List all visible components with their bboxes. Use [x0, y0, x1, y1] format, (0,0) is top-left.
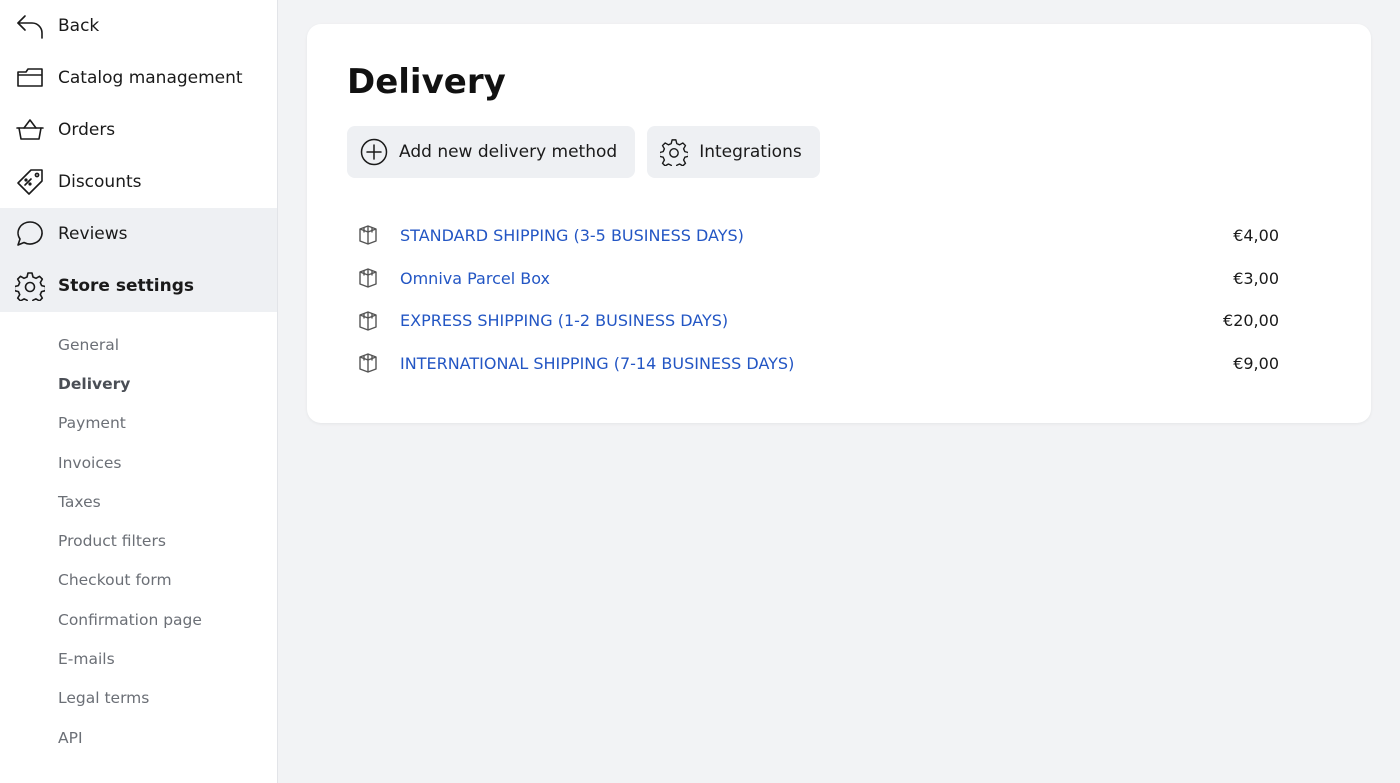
back-arrow-icon: [15, 11, 45, 41]
add-delivery-method-button[interactable]: Add new delivery method: [347, 126, 636, 178]
subnav-taxes[interactable]: Taxes: [0, 482, 277, 521]
package-icon: [357, 267, 379, 289]
settings-subnav: General Delivery Payment Invoices Taxes …: [0, 312, 277, 757]
delivery-method-price: €20,00: [1223, 311, 1279, 331]
delivery-method-link[interactable]: STANDARD SHIPPING (3-5 BUSINESS DAYS): [400, 226, 1233, 245]
delivery-method-price: €9,00: [1233, 353, 1279, 373]
delivery-method-price: €4,00: [1233, 225, 1279, 245]
subnav-emails[interactable]: E-mails: [0, 639, 277, 678]
list-item: STANDARD SHIPPING (3-5 BUSINESS DAYS) €4…: [347, 214, 1279, 257]
subnav-checkout-form[interactable]: Checkout form: [0, 561, 277, 600]
add-delivery-method-label: Add new delivery method: [399, 142, 618, 162]
subnav-api[interactable]: API: [0, 718, 277, 757]
chat-bubble-icon: [15, 219, 45, 249]
subnav-product-filters[interactable]: Product filters: [0, 521, 277, 560]
integrations-label: Integrations: [699, 142, 802, 162]
nav-orders-label: Orders: [58, 120, 116, 140]
nav-discounts[interactable]: Discounts: [0, 156, 277, 208]
nav-back[interactable]: Back: [0, 0, 277, 52]
nav-catalog-management[interactable]: Catalog management: [0, 52, 277, 104]
gear-icon: [15, 271, 45, 301]
nav-orders[interactable]: Orders: [0, 104, 277, 156]
sidebar: Back Catalog management Orders Discounts: [0, 0, 278, 783]
nav-reviews[interactable]: Reviews: [0, 208, 277, 260]
package-icon: [357, 352, 379, 374]
subnav-invoices[interactable]: Invoices: [0, 443, 277, 482]
delivery-method-link[interactable]: EXPRESS SHIPPING (1-2 BUSINESS DAYS): [400, 311, 1223, 330]
subnav-confirmation-page[interactable]: Confirmation page: [0, 600, 277, 639]
action-bar: Add new delivery method Integrations: [347, 126, 820, 178]
delivery-card: Delivery Add new delivery method Integra…: [307, 24, 1371, 423]
delivery-method-link[interactable]: Omniva Parcel Box: [400, 269, 1233, 288]
nav-store-settings[interactable]: Store settings: [0, 260, 277, 312]
delivery-method-price: €3,00: [1233, 268, 1279, 288]
list-item: EXPRESS SHIPPING (1-2 BUSINESS DAYS) €20…: [347, 299, 1279, 342]
page-title: Delivery: [347, 62, 506, 102]
delivery-methods-list: STANDARD SHIPPING (3-5 BUSINESS DAYS) €4…: [347, 214, 1279, 385]
basket-icon: [15, 115, 45, 145]
package-icon: [357, 310, 379, 332]
subnav-payment[interactable]: Payment: [0, 404, 277, 443]
subnav-general[interactable]: General: [0, 325, 277, 364]
subnav-delivery[interactable]: Delivery: [0, 364, 277, 403]
package-icon: [357, 224, 379, 246]
delivery-method-link[interactable]: INTERNATIONAL SHIPPING (7-14 BUSINESS DA…: [400, 354, 1233, 373]
subnav-legal-terms[interactable]: Legal terms: [0, 679, 277, 718]
nav-discounts-label: Discounts: [58, 172, 142, 192]
integrations-button[interactable]: Integrations: [647, 126, 820, 178]
nav-store-settings-label: Store settings: [58, 276, 194, 296]
list-item: Omniva Parcel Box €3,00: [347, 257, 1279, 300]
folder-icon: [15, 63, 45, 93]
nav-back-label: Back: [58, 16, 100, 36]
plus-circle-icon: [360, 138, 388, 166]
tag-icon: [15, 167, 45, 197]
gear-icon: [658, 138, 690, 170]
nav-catalog-label: Catalog management: [58, 68, 243, 88]
nav-reviews-label: Reviews: [58, 224, 128, 244]
list-item: INTERNATIONAL SHIPPING (7-14 BUSINESS DA…: [347, 342, 1279, 385]
